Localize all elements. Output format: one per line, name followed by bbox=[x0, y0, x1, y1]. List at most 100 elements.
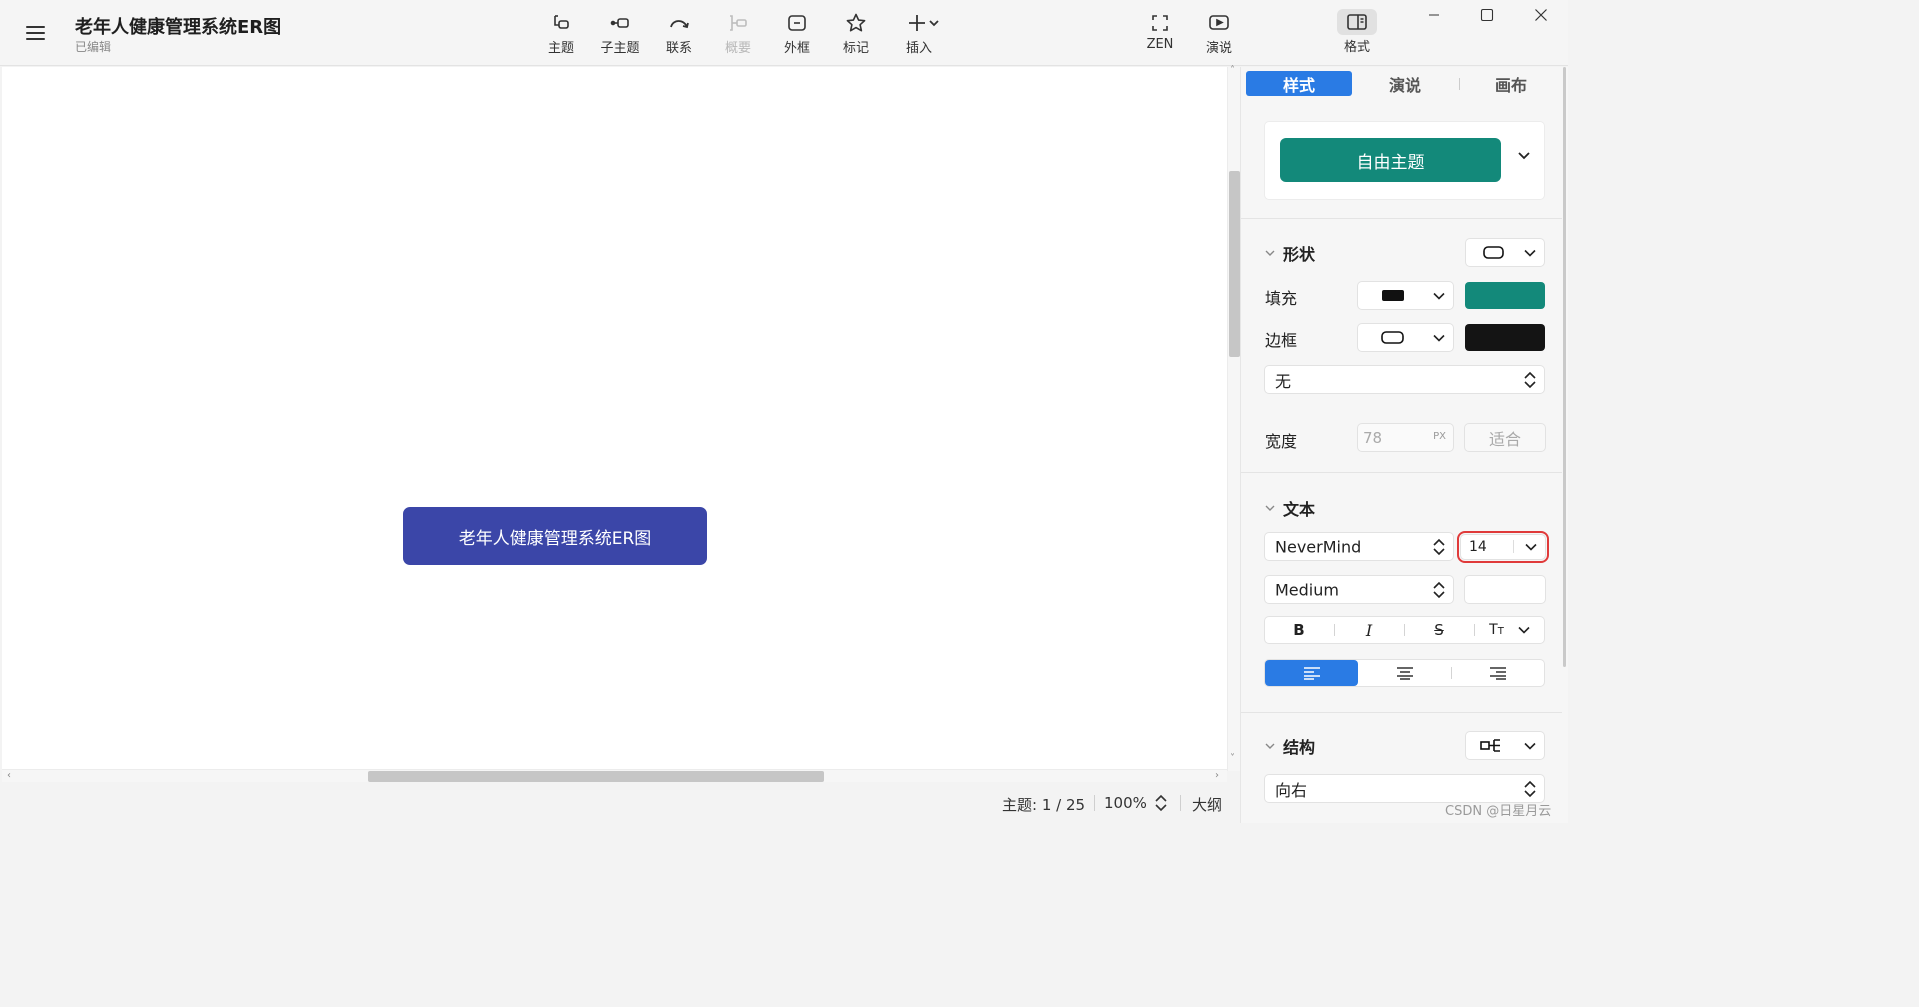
mindmap-canvas[interactable]: 老年人健康管理系统ER图 bbox=[2, 67, 1227, 769]
fill-color-swatch[interactable] bbox=[1465, 282, 1545, 309]
structure-select[interactable] bbox=[1466, 732, 1544, 759]
font-size-select[interactable]: 14 bbox=[1457, 531, 1549, 563]
size-divider bbox=[1513, 540, 1514, 553]
scroll-up-icon[interactable]: ˄ bbox=[1230, 65, 1235, 76]
minimize-button[interactable] bbox=[1419, 4, 1449, 26]
chevron-down-icon bbox=[1518, 626, 1530, 634]
status-bar: 主题: 1 / 25 100% 大纲 bbox=[0, 783, 1240, 823]
shape-select[interactable] bbox=[1466, 239, 1544, 266]
panel-tabs: 样式 演说 画布 bbox=[1241, 67, 1563, 101]
updown-icon bbox=[1524, 371, 1536, 388]
italic-button[interactable]: I bbox=[1335, 617, 1403, 643]
align-right-icon bbox=[1489, 667, 1506, 680]
subtopic-icon bbox=[610, 18, 629, 28]
border-style-dropdown[interactable]: 无 bbox=[1265, 366, 1544, 393]
strikethrough-button[interactable]: S bbox=[1405, 617, 1473, 643]
horizontal-scrollbar[interactable]: ‹ › bbox=[2, 769, 1227, 782]
updown-icon bbox=[1433, 581, 1445, 598]
text-case-icon: TT bbox=[1489, 622, 1504, 638]
font-family-select[interactable]: NeverMind bbox=[1265, 533, 1453, 560]
section-divider bbox=[1241, 218, 1563, 219]
format-button[interactable]: 格式 bbox=[1329, 9, 1385, 60]
panel-scroll-thumb[interactable] bbox=[1563, 67, 1566, 667]
tab-canvas[interactable]: 画布 bbox=[1458, 71, 1564, 96]
topic-button[interactable]: 主题 bbox=[533, 10, 589, 60]
text-case-button[interactable]: TT bbox=[1475, 617, 1544, 643]
tab-style[interactable]: 样式 bbox=[1246, 71, 1352, 96]
marker-button[interactable]: 标记 bbox=[828, 10, 884, 60]
align-left-button[interactable] bbox=[1265, 660, 1358, 686]
text-color-swatch[interactable] bbox=[1465, 576, 1545, 603]
structure-section-toggle[interactable]: 结构 bbox=[1265, 736, 1315, 757]
pitch-button[interactable]: 演说 bbox=[1191, 10, 1247, 60]
chevron-down-icon bbox=[1265, 250, 1275, 256]
tab-pitch[interactable]: 演说 bbox=[1352, 71, 1458, 96]
theme-button[interactable]: 自由主题 bbox=[1280, 138, 1501, 182]
format-panel: 样式 演说 画布 自由主题 形状 填充 边框 无 宽度 78 PX 适合 文本 … bbox=[1240, 67, 1563, 823]
scroll-right-icon[interactable]: › bbox=[1215, 770, 1219, 781]
top-toolbar: 老年人健康管理系统ER图 已编辑 主题 子主题 联系 概要 外框 标记 插入 Z… bbox=[0, 0, 1568, 66]
align-center-button[interactable] bbox=[1358, 660, 1451, 686]
relationship-icon bbox=[670, 20, 689, 29]
rounded-rect-shape-icon bbox=[1483, 246, 1504, 259]
watermark: CSDN @日星月云 bbox=[1445, 804, 1552, 819]
panel-scrollbar[interactable] bbox=[1562, 67, 1568, 823]
chevron-down-icon bbox=[1265, 505, 1275, 511]
insert-button[interactable]: 插入 bbox=[891, 10, 947, 60]
vertical-scroll-thumb[interactable] bbox=[1229, 171, 1240, 357]
zoom-level[interactable]: 100% bbox=[1104, 794, 1147, 812]
topic-icon bbox=[554, 15, 569, 29]
chevron-down-icon bbox=[1433, 292, 1445, 300]
relationship-button[interactable]: 联系 bbox=[651, 10, 707, 60]
zoom-stepper-icon[interactable] bbox=[1154, 793, 1168, 813]
maximize-icon bbox=[1480, 8, 1494, 22]
section-divider bbox=[1241, 472, 1563, 473]
central-topic[interactable]: 老年人健康管理系统ER图 bbox=[403, 507, 707, 565]
structure-direction-select[interactable]: 向右 bbox=[1265, 775, 1544, 802]
topic-count: 主题: 1 / 25 bbox=[1002, 796, 1086, 814]
fill-label: 填充 bbox=[1265, 289, 1298, 308]
bold-button[interactable]: B bbox=[1265, 617, 1333, 643]
sidebar-panel-icon bbox=[1347, 14, 1367, 30]
chevron-down-icon[interactable] bbox=[1517, 151, 1531, 161]
chevron-down-icon bbox=[1524, 742, 1536, 750]
close-button[interactable] bbox=[1526, 4, 1556, 26]
summary-button[interactable]: 概要 bbox=[710, 10, 766, 60]
scroll-down-icon[interactable]: ˅ bbox=[1230, 753, 1235, 764]
document-title: 老年人健康管理系统ER图 bbox=[75, 17, 282, 38]
shape-section-toggle[interactable]: 形状 bbox=[1265, 243, 1315, 264]
maximize-button[interactable] bbox=[1472, 4, 1502, 26]
border-shape-icon bbox=[1381, 331, 1404, 344]
summary-icon bbox=[730, 15, 747, 31]
close-icon bbox=[1535, 9, 1547, 21]
italic-icon: I bbox=[1365, 620, 1373, 640]
width-input[interactable]: 78 PX bbox=[1358, 424, 1453, 451]
vertical-scrollbar[interactable]: ˄ ˅ bbox=[1227, 65, 1240, 771]
fit-width-button[interactable]: 适合 bbox=[1465, 424, 1545, 451]
scroll-left-icon[interactable]: ‹ bbox=[7, 770, 11, 781]
text-style-group: B I S TT bbox=[1265, 617, 1544, 643]
structure-right-icon bbox=[1480, 739, 1500, 752]
chevron-down-icon bbox=[1265, 743, 1275, 749]
minimize-icon bbox=[1429, 14, 1439, 16]
text-section-toggle[interactable]: 文本 bbox=[1265, 498, 1315, 519]
subtopic-button[interactable]: 子主题 bbox=[592, 10, 648, 60]
strikethrough-icon: S bbox=[1434, 621, 1444, 639]
border-color-swatch[interactable] bbox=[1465, 324, 1545, 351]
fullscreen-icon bbox=[1152, 15, 1168, 31]
boundary-icon bbox=[788, 15, 806, 31]
text-align-group bbox=[1265, 660, 1544, 686]
width-label: 宽度 bbox=[1265, 432, 1298, 451]
align-center-icon bbox=[1396, 667, 1413, 680]
border-style-select[interactable] bbox=[1358, 324, 1453, 351]
menu-icon[interactable] bbox=[22, 22, 50, 44]
align-right-button[interactable] bbox=[1451, 660, 1544, 686]
boundary-button[interactable]: 外框 bbox=[769, 10, 825, 60]
fill-style-select[interactable] bbox=[1358, 282, 1453, 309]
zen-button[interactable]: ZEN bbox=[1132, 10, 1188, 60]
horizontal-scroll-thumb[interactable] bbox=[368, 771, 824, 782]
font-weight-select[interactable]: Medium bbox=[1265, 576, 1453, 603]
border-label: 边框 bbox=[1265, 331, 1298, 350]
theme-card: 自由主题 bbox=[1265, 122, 1544, 199]
outline-button[interactable]: 大纲 bbox=[1192, 794, 1222, 815]
